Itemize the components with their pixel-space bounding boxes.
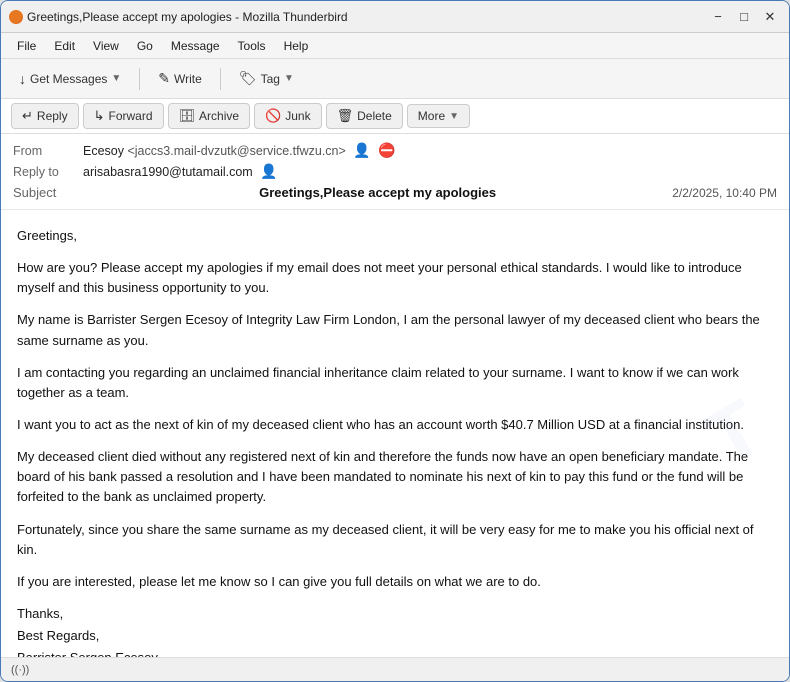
delete-icon: 🗑 (337, 108, 354, 124)
get-messages-icon: ↓ (19, 71, 26, 87)
replyto-address[interactable]: arisabasra1990@tutamail.com (83, 165, 253, 179)
email-header: From Ecesoy <jaccs3.mail-dvzutk@service.… (1, 134, 789, 210)
menu-go[interactable]: Go (129, 37, 161, 55)
forward-icon: ↳ (94, 108, 105, 124)
delete-button[interactable]: 🗑 Delete (326, 103, 403, 129)
body-para-6: Fortunately, since you share the same su… (17, 520, 773, 560)
toolbar-divider-1 (139, 68, 140, 90)
window-title: Greetings,Please accept my apologies - M… (27, 10, 707, 24)
body-para-2: My name is Barrister Sergen Ecesoy of In… (17, 310, 773, 350)
sender-name: Ecesoy (83, 144, 124, 158)
sender-email[interactable]: <jaccs3.mail-dvzutk@service.tfwzu.cn> (127, 144, 345, 158)
more-button[interactable]: More ▼ (407, 104, 470, 128)
menu-tools[interactable]: Tools (230, 37, 274, 55)
write-label: Write (174, 72, 202, 86)
get-messages-label: Get Messages (30, 72, 107, 86)
archive-icon: 🗄 (179, 108, 196, 124)
subject-label: Subject (13, 185, 83, 200)
toolbar: ↓ Get Messages ▼ ✎ Write 🏷 Tag ▼ (1, 59, 789, 99)
forward-label: Forward (109, 109, 153, 123)
body-para-3: I am contacting you regarding an unclaim… (17, 363, 773, 403)
sig-line-1: Thanks, (17, 604, 773, 624)
tag-icon: 🏷 (239, 70, 257, 87)
junk-button[interactable]: 🚫 Junk (254, 103, 322, 129)
more-label: More (418, 109, 445, 123)
get-messages-dropdown-icon[interactable]: ▼ (111, 73, 121, 84)
app-icon (9, 10, 23, 24)
replyto-value: arisabasra1990@tutamail.com 👤 (83, 163, 777, 180)
email-subject: Greetings,Please accept my apologies (259, 185, 496, 200)
delete-label: Delete (357, 109, 392, 123)
get-messages-button[interactable]: ↓ Get Messages ▼ (9, 67, 131, 91)
minimize-button[interactable]: − (707, 6, 729, 28)
tag-label: Tag (261, 72, 280, 86)
from-row: From Ecesoy <jaccs3.mail-dvzutk@service.… (13, 140, 777, 161)
sig-line-3: Barrister Sergen Ecesoy (17, 648, 773, 657)
email-signature: Thanks, Best Regards, Barrister Sergen E… (17, 604, 773, 657)
reply-label: Reply (37, 109, 68, 123)
menu-message[interactable]: Message (163, 37, 228, 55)
title-bar: Greetings,Please accept my apologies - M… (1, 1, 789, 33)
body-greeting: Greetings, (17, 226, 773, 246)
verify-icon[interactable]: 👤 (353, 142, 370, 158)
from-label: From (13, 144, 83, 158)
forward-button[interactable]: ↳ Forward (83, 103, 164, 129)
menu-help[interactable]: Help (276, 37, 317, 55)
more-dropdown-icon: ▼ (449, 111, 459, 122)
close-button[interactable]: ✕ (759, 6, 781, 28)
subject-row: Subject Greetings,Please accept my apolo… (13, 182, 777, 203)
menu-bar: File Edit View Go Message Tools Help (1, 33, 789, 59)
reply-icon: ↵ (22, 108, 33, 124)
archive-button[interactable]: 🗄 Archive (168, 103, 251, 129)
tag-dropdown-icon[interactable]: ▼ (284, 73, 294, 84)
body-para-7: If you are interested, please let me kno… (17, 572, 773, 592)
body-para-1: How are you? Please accept my apologies … (17, 258, 773, 298)
from-value: Ecesoy <jaccs3.mail-dvzutk@service.tfwzu… (83, 142, 777, 159)
tag-button[interactable]: 🏷 Tag ▼ (229, 66, 304, 91)
email-date: 2/2/2025, 10:40 PM (672, 186, 777, 200)
email-body: T Greetings, How are you? Please accept … (1, 210, 789, 657)
menu-edit[interactable]: Edit (46, 37, 83, 55)
sig-line-2: Best Regards, (17, 626, 773, 646)
window-controls: − □ ✕ (707, 6, 781, 28)
menu-view[interactable]: View (85, 37, 127, 55)
status-bar: ((·)) (1, 657, 789, 681)
write-icon: ✎ (158, 70, 170, 87)
junk-label: Junk (285, 109, 310, 123)
replyto-row: Reply to arisabasra1990@tutamail.com 👤 (13, 161, 777, 182)
archive-label: Archive (199, 109, 239, 123)
block-sender-icon[interactable]: ⛔ (378, 142, 395, 158)
junk-icon: 🚫 (265, 108, 281, 124)
action-bar: ↵ Reply ↳ Forward 🗄 Archive 🚫 Junk 🗑 Del… (1, 99, 789, 134)
replyto-verify-icon[interactable]: 👤 (260, 163, 277, 179)
body-para-5: My deceased client died without any regi… (17, 447, 773, 507)
toolbar-divider-2 (220, 68, 221, 90)
body-para-4: I want you to act as the next of kin of … (17, 415, 773, 435)
signal-icon: ((·)) (11, 664, 29, 676)
menu-file[interactable]: File (9, 37, 44, 55)
write-button[interactable]: ✎ Write (148, 66, 212, 91)
reply-button[interactable]: ↵ Reply (11, 103, 79, 129)
maximize-button[interactable]: □ (733, 6, 755, 28)
replyto-label: Reply to (13, 165, 83, 179)
main-window: Greetings,Please accept my apologies - M… (0, 0, 790, 682)
